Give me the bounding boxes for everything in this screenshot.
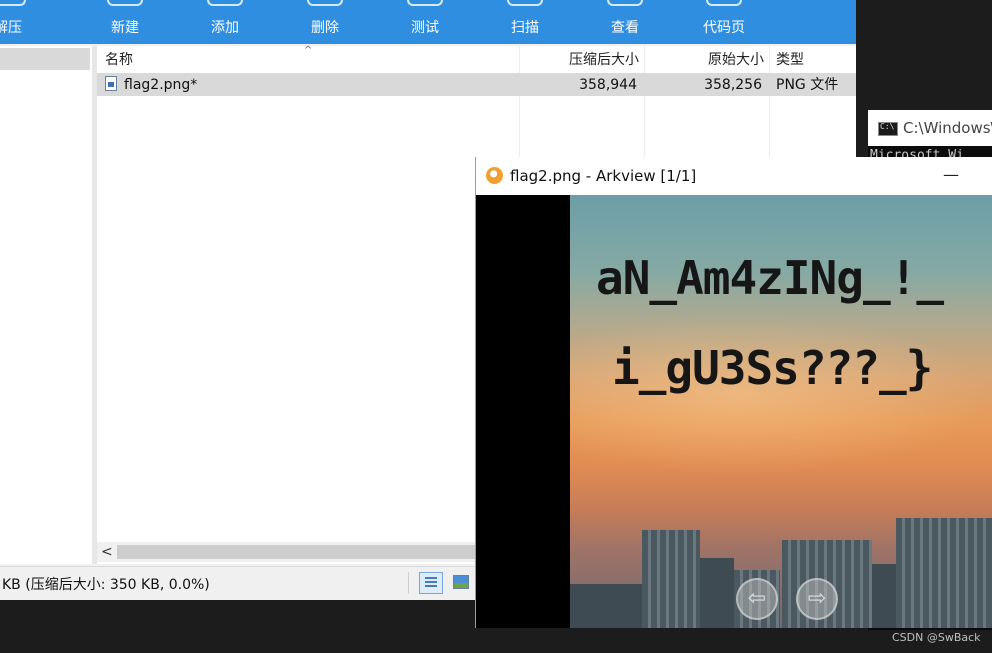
delete-icon xyxy=(307,0,343,6)
view-button[interactable]: 查看 xyxy=(595,0,655,44)
column-header-compressed-size[interactable]: 压缩后大小 xyxy=(527,46,639,72)
building xyxy=(700,558,734,628)
delete-button[interactable]: 删除 xyxy=(295,0,355,44)
image-canvas[interactable]: aN_Am4zINg_!_ i_gU3Ss???_} ⇦ ⇨ xyxy=(476,195,992,628)
console-title-bar[interactable]: C:\Windows\ xyxy=(868,110,992,146)
scan-label: 扫描 xyxy=(511,20,539,36)
add-files-icon xyxy=(207,0,243,6)
scan-icon xyxy=(507,0,543,6)
extract-label: 解压 xyxy=(0,20,22,36)
png-file-icon xyxy=(105,76,117,91)
arkview-icon xyxy=(486,167,503,184)
sky-glow xyxy=(570,315,992,475)
column-header-original-size[interactable]: 原始大小 xyxy=(652,46,764,72)
delete-label: 删除 xyxy=(311,20,339,36)
codepage-button[interactable]: 代码页 xyxy=(694,0,754,44)
file-compressed-size: 358,944 xyxy=(579,77,637,93)
viewer-title-bar[interactable]: flag2.png - Arkview [1/1] — xyxy=(476,157,992,195)
sort-ascending-icon: ^ xyxy=(304,45,313,56)
new-archive-button[interactable]: 新建 xyxy=(95,0,155,44)
console-title: C:\Windows\ xyxy=(903,119,992,137)
file-original-size: 358,256 xyxy=(704,77,762,93)
column-header-type[interactable]: 类型 xyxy=(776,46,846,72)
viewer-title: flag2.png - Arkview [1/1] xyxy=(510,167,697,185)
scroll-left-arrow-icon[interactable]: < xyxy=(101,542,113,562)
scan-button[interactable]: 扫描 xyxy=(495,0,555,44)
folder-tree[interactable] xyxy=(0,46,92,564)
codepage-label: 代码页 xyxy=(703,20,745,36)
extract-button[interactable]: 解压 xyxy=(0,0,38,44)
file-name: flag2.png* xyxy=(124,77,198,93)
column-header-name[interactable]: 名称 xyxy=(105,46,255,72)
image-viewer-window: flag2.png - Arkview [1/1] — aN_Am4zINg_!… xyxy=(475,157,992,628)
codepage-icon xyxy=(706,0,742,6)
add-files-button[interactable]: 添加 xyxy=(195,0,255,44)
next-image-button[interactable]: ⇨ xyxy=(796,578,838,620)
new-archive-icon xyxy=(107,0,143,6)
scrollbar-thumb[interactable] xyxy=(117,545,476,559)
image-text-line-1: aN_Am4zINg_!_ xyxy=(596,251,944,305)
folder-tree-selected-item[interactable] xyxy=(0,48,90,70)
horizontal-scrollbar[interactable]: < xyxy=(97,542,476,562)
image-text-line-2: i_gU3Ss???_} xyxy=(612,341,933,395)
flag-image: aN_Am4zINg_!_ i_gU3Ss???_} ⇦ ⇨ xyxy=(570,195,992,628)
file-type: PNG 文件 xyxy=(776,77,839,93)
test-icon xyxy=(407,0,443,6)
view-icon xyxy=(607,0,643,6)
test-label: 测试 xyxy=(411,20,439,36)
console-icon xyxy=(878,122,898,136)
watermark: CSDN @SwBack xyxy=(892,631,981,644)
view-label: 查看 xyxy=(611,20,639,36)
thumbnail-view-icon[interactable] xyxy=(453,575,469,589)
previous-image-button[interactable]: ⇦ xyxy=(736,578,778,620)
building xyxy=(642,530,700,628)
building xyxy=(896,518,992,628)
status-text: KB (压缩后大小: 350 KB, 0.0%) xyxy=(2,577,210,593)
add-files-label: 添加 xyxy=(211,20,239,36)
extract-icon xyxy=(0,0,26,6)
test-button[interactable]: 测试 xyxy=(395,0,455,44)
status-divider xyxy=(408,572,409,594)
new-archive-label: 新建 xyxy=(111,20,139,36)
details-view-icon[interactable] xyxy=(419,572,443,594)
building xyxy=(872,564,896,628)
table-row[interactable]: flag2.png* 358,944 358,256 PNG 文件 xyxy=(97,73,856,96)
toolbar: 解压 新建 添加 删除 测试 扫描 查看 代码页 xyxy=(0,0,856,44)
minimize-button[interactable]: — xyxy=(938,165,964,185)
building xyxy=(570,584,642,628)
